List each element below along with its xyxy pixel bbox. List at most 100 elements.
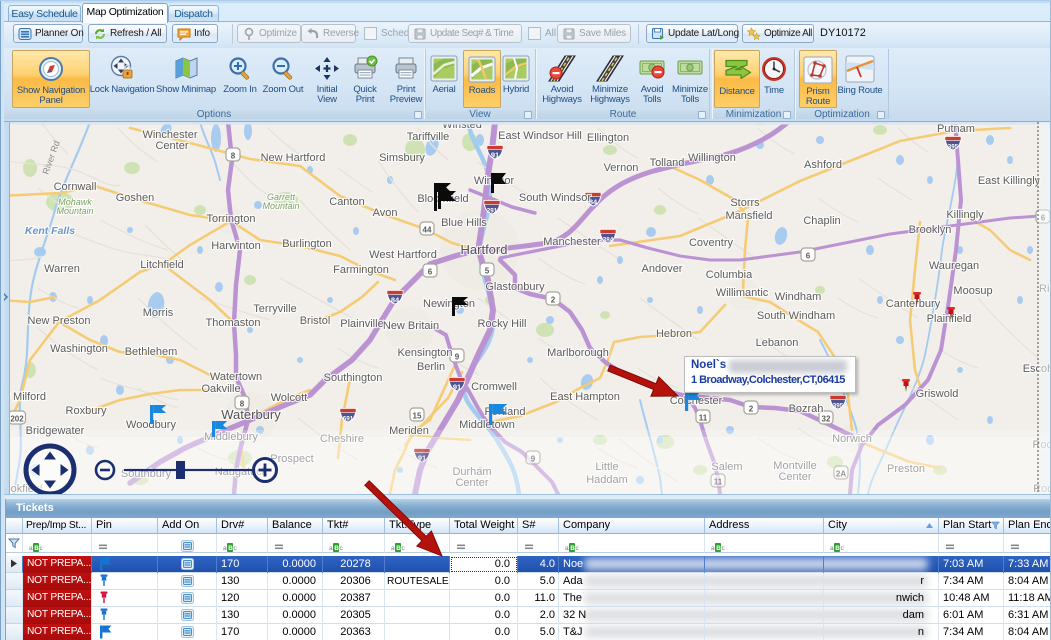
svg-text:Plainville: Plainville (340, 318, 383, 330)
svg-text:a: a (565, 545, 569, 552)
svg-text:Morris: Morris (143, 307, 174, 319)
svg-text:Harwinton: Harwinton (211, 240, 261, 252)
svg-text:Bethlehem: Bethlehem (125, 346, 178, 358)
svg-text:Storrs: Storrs (730, 197, 760, 209)
svg-text:Marlborough: Marlborough (547, 347, 609, 359)
svg-text:c: c (722, 545, 726, 552)
svg-text:Oakville: Oakville (201, 383, 240, 395)
svg-text:New Hartford: New Hartford (261, 152, 326, 164)
svg-text:Windham: Windham (775, 291, 821, 303)
svg-text:Blue Hills: Blue Hills (441, 217, 487, 229)
svg-text:Coventry: Coventry (689, 237, 734, 249)
svg-text:Litchfield: Litchfield (140, 259, 183, 271)
svg-text:Manchester: Manchester (543, 236, 601, 248)
svg-text:291: 291 (487, 208, 498, 215)
svg-text:Canton: Canton (329, 196, 364, 208)
svg-text:c: c (340, 545, 344, 552)
svg-text:Andover: Andover (642, 263, 683, 275)
svg-text:384: 384 (603, 237, 614, 244)
svg-text:a: a (329, 545, 333, 552)
svg-text:91: 91 (418, 454, 426, 463)
svg-text:Bridgewater: Bridgewater (26, 425, 85, 437)
svg-text:Moosup: Moosup (953, 285, 992, 297)
svg-text:B: B (228, 545, 233, 552)
svg-text:Plainfield: Plainfield (927, 313, 972, 325)
svg-text:Center: Center (155, 140, 188, 152)
svg-text:Brooklyn: Brooklyn (909, 224, 952, 236)
svg-text:395: 395 (948, 144, 959, 151)
svg-text:Waterbury: Waterbury (221, 407, 281, 422)
svg-text:c: c (576, 545, 580, 552)
svg-text:Canterbury: Canterbury (886, 298, 941, 310)
svg-text:11: 11 (699, 414, 708, 423)
svg-text:91: 91 (491, 151, 499, 160)
svg-text:8: 8 (231, 152, 236, 161)
svg-text:Center: Center (778, 471, 811, 483)
svg-text:Thomaston: Thomaston (205, 317, 260, 329)
svg-text:Willington: Willington (688, 152, 736, 164)
svg-text:Hartford: Hartford (461, 242, 508, 257)
svg-text:c: c (402, 545, 406, 552)
svg-text:Tolland: Tolland (650, 157, 685, 169)
svg-text:East Hampton: East Hampton (550, 391, 620, 403)
svg-text:Burlington: Burlington (282, 238, 332, 250)
svg-text:Middletown: Middletown (459, 419, 515, 431)
svg-text:B: B (396, 545, 401, 552)
svg-text:East Windsor Hill: East Windsor Hill (498, 130, 582, 142)
svg-text:Cheshire: Cheshire (320, 433, 364, 445)
svg-text:9: 9 (455, 353, 460, 362)
svg-text:2A: 2A (836, 470, 846, 479)
svg-text:Watertown: Watertown (210, 371, 262, 383)
svg-text:395: 395 (833, 403, 844, 410)
svg-text:Haddam: Haddam (586, 474, 628, 486)
svg-text:5: 5 (485, 267, 490, 276)
svg-text:6: 6 (806, 252, 811, 261)
svg-text:9: 9 (531, 455, 536, 464)
svg-text:Bristol: Bristol (300, 315, 331, 327)
svg-text:6: 6 (428, 268, 433, 277)
svg-text:Southington: Southington (324, 372, 383, 384)
svg-text:Ellington: Ellington (587, 132, 629, 144)
svg-text:32: 32 (822, 415, 831, 424)
svg-text:11: 11 (714, 478, 723, 487)
svg-text:East Killingly: East Killingly (978, 175, 1041, 187)
svg-text:Terryville: Terryville (253, 303, 296, 315)
svg-text:Putnam: Putnam (937, 123, 975, 135)
svg-text:a: a (29, 545, 33, 552)
svg-text:Roxbury: Roxbury (66, 405, 107, 417)
svg-text:West Hartford: West Hartford (369, 249, 437, 261)
svg-text:Mountain: Mountain (262, 201, 299, 211)
svg-text:Avon: Avon (373, 207, 398, 219)
svg-text:Newington: Newington (423, 298, 475, 310)
svg-text:South Windsor: South Windsor (519, 192, 591, 204)
svg-text:15: 15 (413, 412, 422, 421)
svg-text:Mansfield: Mansfield (725, 210, 772, 222)
svg-text:2: 2 (551, 296, 556, 305)
svg-text:Salem: Salem (711, 461, 742, 473)
svg-text:Berlin: Berlin (417, 361, 445, 373)
svg-text:New Britain: New Britain (383, 320, 439, 332)
svg-text:c: c (841, 545, 845, 552)
svg-text:691: 691 (343, 416, 354, 423)
svg-text:c: c (40, 545, 44, 552)
svg-text:Columbia: Columbia (706, 269, 753, 281)
svg-text:Preston: Preston (887, 463, 925, 475)
svg-text:Griswold: Griswold (916, 388, 959, 400)
svg-text:44: 44 (423, 226, 432, 235)
svg-text:a: a (391, 545, 395, 552)
svg-text:Glastonbury: Glastonbury (485, 281, 545, 293)
svg-text:Bozrah: Bozrah (789, 403, 824, 415)
svg-text:Cornwall: Cornwall (54, 181, 97, 193)
svg-text:B: B (570, 545, 575, 552)
svg-text:Lebanon: Lebanon (756, 337, 799, 349)
svg-text:Simsbury: Simsbury (379, 152, 425, 164)
svg-text:Prospect: Prospect (270, 453, 313, 465)
svg-text:Cromwell: Cromwell (471, 381, 517, 393)
svg-text:Killingly: Killingly (946, 209, 984, 221)
svg-text:202: 202 (10, 415, 24, 424)
svg-text:B: B (334, 545, 339, 552)
svg-text:Ashford: Ashford (804, 159, 842, 171)
svg-text:a: a (223, 545, 227, 552)
svg-text:c: c (234, 545, 238, 552)
svg-text:Norwich: Norwich (832, 433, 872, 445)
